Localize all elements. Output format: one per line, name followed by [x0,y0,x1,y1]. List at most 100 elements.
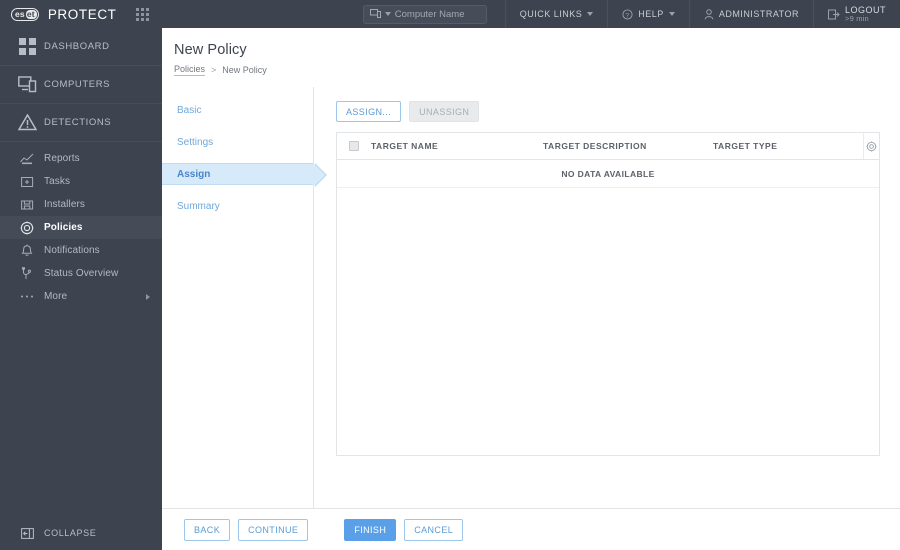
assign-toolbar: ASSIGN... UNASSIGN [336,101,880,122]
collapse-label: COLLAPSE [44,528,97,538]
table-header-row: TARGET NAME TARGET DESCRIPTION TARGET TY… [337,133,879,160]
sidebar-item-tasks[interactable]: Tasks [0,170,162,193]
cancel-button[interactable]: CANCEL [404,518,464,541]
collapse-panel-icon [10,527,44,539]
logout-timer: >9 min [844,13,869,23]
warning-triangle-icon [10,114,44,131]
sidebar: DASHBOARD COMPUTERS DETECTIONS Reports T… [0,28,162,550]
sidebar-item-label: DASHBOARD [44,41,110,52]
sidebar-item-policies[interactable]: Policies [0,216,162,239]
column-header-target-type[interactable]: TARGET TYPE [713,141,863,151]
sidebar-item-label: Reports [44,153,80,164]
sidebar-item-dashboard[interactable]: DASHBOARD [0,28,162,66]
quick-links-menu[interactable]: QUICK LINKS [504,0,608,28]
tasks-icon [10,176,44,188]
eset-logo-text-a: es [15,8,25,19]
wizard-step-settings[interactable]: Settings [162,131,313,153]
reports-chart-icon [10,153,44,165]
installers-icon [10,199,44,211]
empty-message: NO DATA AVAILABLE [561,168,655,179]
breadcrumb-parent-link[interactable]: Policies [174,64,206,76]
column-header-target-name[interactable]: TARGET NAME [371,141,543,151]
finish-button[interactable]: FINISH [344,518,397,541]
sidebar-item-label: Installers [44,199,86,210]
administrator-label: ADMINISTRATOR [718,9,799,19]
help-menu[interactable]: ? HELP [607,0,689,28]
sidebar-item-reports[interactable]: Reports [0,147,162,170]
computers-icon [10,76,44,93]
breadcrumb: Policies > New Policy [174,64,900,76]
sidebar-collapse-button[interactable]: COLLAPSE [0,516,162,550]
sidebar-item-label: COMPUTERS [44,79,111,90]
eset-logo-icon: es et [11,7,39,21]
ellipsis-icon [10,294,44,299]
search-input[interactable]: Computer Name [362,4,487,24]
eset-logo-text-b: et [25,8,37,19]
computer-icon [369,9,381,18]
continue-button[interactable]: CONTINUE [238,518,309,541]
unassign-button: UNASSIGN [409,101,480,122]
help-label: HELP [638,9,664,19]
sidebar-main-nav: DASHBOARD COMPUTERS DETECTIONS [0,28,162,142]
sidebar-sub-nav: Reports Tasks Installers Policies Notifi… [0,142,162,308]
assign-panel: ASSIGN... UNASSIGN TARGET NAME TARGET DE… [314,87,900,508]
table-body [337,188,879,455]
targets-table: TARGET NAME TARGET DESCRIPTION TARGET TY… [336,132,880,456]
sidebar-item-detections[interactable]: DETECTIONS [0,104,162,142]
breadcrumb-current: New Policy [222,65,267,75]
chevron-right-icon [146,293,150,300]
svg-text:?: ? [626,12,630,19]
sidebar-item-label: Notifications [44,245,100,256]
sidebar-item-label: Tasks [44,176,71,187]
wizard-step-label: Assign [177,168,211,180]
sidebar-item-computers[interactable]: COMPUTERS [0,66,162,104]
table-settings-gear-icon[interactable] [863,133,879,159]
page-title: New Policy [174,42,247,58]
sidebar-item-label: More [44,291,68,302]
sidebar-item-label: Policies [44,222,83,233]
checkbox-box [349,141,359,151]
product-name: PROTECT [47,6,117,22]
page-header: New Policy Policies > New Policy [162,28,900,87]
assign-button[interactable]: ASSIGN... [336,101,402,122]
help-circle-icon: ? [622,8,633,20]
eset-protect-app: es et PROTECT Computer Name QUICK LINKS [0,0,900,550]
sidebar-item-label: Status Overview [44,268,119,279]
dashboard-icon [10,38,44,55]
search-placeholder: Computer Name [394,8,465,20]
wizard-step-assign[interactable]: Assign [162,162,327,187]
logout-button[interactable]: LOGOUT >9 min [812,0,900,28]
wizard-step-nav: Basic Settings Assign Summary [162,87,327,508]
bell-icon [10,244,44,257]
sidebar-item-notifications[interactable]: Notifications [0,239,162,262]
wizard-step-label: Basic [177,104,202,116]
sidebar-item-more[interactable]: More [0,285,162,308]
apps-grid-icon[interactable] [135,7,149,21]
logout-icon [827,9,840,19]
administrator-menu[interactable]: ADMINISTRATOR [688,0,813,28]
select-all-checkbox[interactable] [337,141,371,151]
top-bar: es et PROTECT Computer Name QUICK LINKS [0,0,900,28]
brand[interactable]: es et PROTECT [0,0,149,28]
sidebar-item-status-overview[interactable]: Status Overview [0,262,162,285]
wizard-step-label: Summary [177,200,220,212]
status-overview-icon [10,267,44,280]
user-icon [704,8,714,19]
sidebar-item-installers[interactable]: Installers [0,193,162,216]
body-row: DASHBOARD COMPUTERS DETECTIONS Reports T… [0,28,900,550]
logout-text: LOGOUT >9 min [845,5,886,24]
wizard-step-summary[interactable]: Summary [162,195,313,217]
policies-gear-icon [10,221,44,235]
back-button[interactable]: BACK [184,518,231,541]
wizard-step-label: Settings [177,136,214,148]
policy-wizard: Basic Settings Assign Summary ASSIGN... [162,87,900,508]
column-header-target-description[interactable]: TARGET DESCRIPTION [543,141,713,151]
chevron-down-icon [668,12,675,16]
chevron-down-icon[interactable] [384,12,391,16]
content-area: New Policy Policies > New Policy Basic S… [162,28,900,550]
chevron-down-icon [587,12,594,16]
wizard-step-basic[interactable]: Basic [162,99,313,121]
breadcrumb-separator: > [211,65,217,75]
sidebar-item-label: DETECTIONS [44,117,112,128]
